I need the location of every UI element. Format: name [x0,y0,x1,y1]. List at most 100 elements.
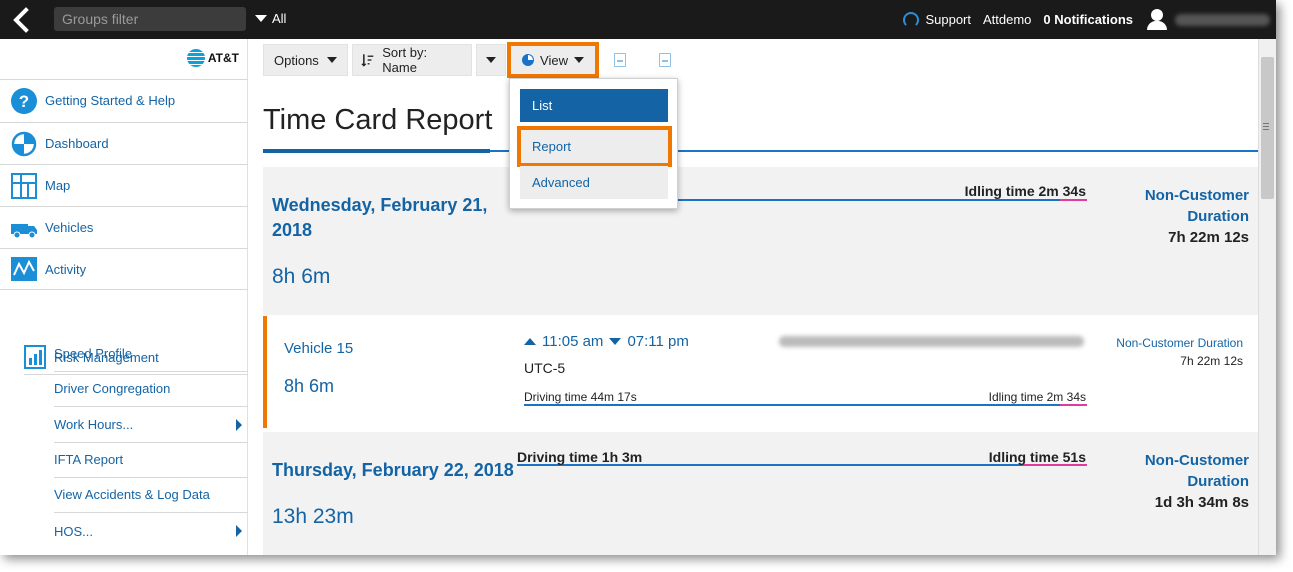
subitem-label: View Accidents & Log Data [54,487,210,502]
options-button[interactable]: Options [263,44,348,76]
subitem-label: Work Hours... [54,417,134,432]
activity-icon [11,257,37,281]
driving-time-label: Driving time 1h 3m [517,449,643,465]
groups-filter-input[interactable] [54,7,246,31]
vehicle-non-customer-duration: Non-Customer Duration 7h 22m 12s [1116,334,1243,370]
save-as-icon[interactable] [659,53,671,67]
page-title: Time Card Report [263,104,493,136]
account-name[interactable]: Attdemo [983,12,1031,27]
grip-icon [1263,123,1269,130]
groups-scope-label: All [272,11,287,26]
sidebar-subitem-driver-congregation[interactable]: Driver Congregation [54,371,248,407]
vehicle-name[interactable]: Vehicle 15 [284,340,353,357]
sidebar-subitem-speed-profile[interactable]: Speed Profile [54,336,248,372]
sidebar-item-vehicles[interactable]: Vehicles [0,206,248,248]
headset-icon [903,11,920,28]
sidebar-subitem-ifta-report[interactable]: IFTA Report [54,442,248,478]
brand-name: AT&T [207,51,239,65]
vehicle-row[interactable]: Vehicle 15 8h 6m 11:05 am 07:11 pm UTC-5… [263,316,1258,428]
idling-bar [1060,199,1087,201]
day-total-duration: 13h 23m [272,505,354,528]
sidebar-subitem-work-hours[interactable]: Work Hours... [54,407,248,443]
sidebar: AT&T ? Getting Started & Help Dashboard … [0,39,248,555]
dashboard-icon [11,131,37,156]
activity-bar [524,404,1087,406]
sidebar-subitem-view-accidents[interactable]: View Accidents & Log Data [54,477,248,513]
sidebar-item-label: Activity [45,261,87,277]
non-customer-duration: Non-Customer Duration 1d 3h 34m 8s [1134,450,1249,513]
sidebar-item-dashboard[interactable]: Dashboard [0,122,248,164]
nc-title: Non-Customer Duration [1116,336,1243,350]
pie-chart-icon [522,54,535,66]
driving-time-label: Driving time 44m 17s [524,390,637,404]
idling-bar [1060,404,1087,406]
user-icon[interactable] [1145,7,1169,33]
sidebar-item-label: Vehicles [45,220,94,235]
help-icon: ? [11,87,37,114]
address-redacted [779,336,1084,347]
sidebar-item-map[interactable]: Map [0,164,248,206]
view-menu-item-list[interactable]: List [520,89,668,122]
chevron-down-icon [255,15,267,22]
chevron-right-icon [236,525,242,537]
subitem-label: Driver Congregation [54,381,171,396]
support-link[interactable]: Support [903,11,971,28]
chevron-down-icon [486,57,496,63]
app-window: All Support Attdemo 0 Notifications AT&T… [0,0,1276,555]
nc-value: 7h 22m 12s [1168,229,1249,246]
save-icon[interactable] [614,53,626,67]
idling-time-label: Idling time 2m 34s [988,390,1086,404]
day-summary: Thursday, February 22, 2018 13h 23m Driv… [263,432,1258,555]
end-time: 07:11 pm [627,333,689,350]
timezone: UTC-5 [524,360,566,376]
report-toolbar: Options Sort by: Name [263,44,506,76]
top-bar: All Support Attdemo 0 Notifications [0,0,1276,39]
start-time: 11:05 am [542,333,604,350]
view-menu-item-advanced[interactable]: Advanced [520,166,668,199]
day-date: Wednesday, February 21, 2018 [272,195,488,240]
view-button[interactable]: View [507,42,599,78]
user-email-redacted[interactable] [1175,13,1270,26]
view-menu-item-report[interactable]: Report [517,126,672,167]
brand-logo: AT&T [186,49,239,67]
day-summary: Wednesday, February 21, 2018 8h 6m Idlin… [263,167,1258,315]
subitem-label: Speed Profile [54,346,133,361]
title-divider-accent [263,149,490,153]
map-icon [11,172,37,199]
start-arrow-icon [524,338,536,345]
vehicle-icon [11,223,37,238]
non-customer-duration: Non-Customer Duration 7h 22m 12s [1134,185,1249,248]
sort-button[interactable]: Sort by: Name [352,44,472,76]
sidebar-item-getting-started[interactable]: ? Getting Started & Help [0,79,248,121]
nc-value: 7h 22m 12s [1180,354,1243,368]
vehicle-duration: 8h 6m [284,376,335,396]
idling-time-label: Idling time 51s [988,449,1086,465]
chevron-down-icon [573,57,584,63]
chevron-right-icon [236,418,242,431]
sidebar-item-label: Getting Started & Help [45,93,176,108]
notifications-link[interactable]: 0 Notifications [1043,12,1133,27]
view-label: View [540,52,568,68]
support-label: Support [925,12,971,27]
sidebar-item-activity[interactable]: Activity [0,248,248,290]
groups-scope-dropdown[interactable]: All [255,11,286,26]
att-globe-icon [186,49,205,67]
vertical-scrollbar[interactable] [1258,39,1276,555]
idling-time-label: Idling time 2m 34s [964,183,1086,199]
end-arrow-icon [609,338,622,345]
sidebar-item-label: Dashboard [45,136,109,151]
report-chart-icon [24,345,46,369]
top-right-controls: Support Attdemo 0 Notifications [903,0,1276,39]
svg-text:?: ? [19,92,29,111]
subitem-label: HOS... [54,523,94,539]
view-menu: List Report Advanced [509,78,678,209]
back-arrow-icon[interactable] [10,7,34,33]
sidebar-subitem-hos[interactable]: HOS... [54,513,248,549]
day-total-duration: 8h 6m [272,265,331,288]
nc-title: Non-Customer Duration [1144,187,1249,225]
subitem-label: IFTA Report [54,452,124,467]
sort-direction-button[interactable] [476,44,506,76]
nc-title: Non-Customer Duration [1144,452,1249,490]
trip-times: 11:05 am 07:11 pm [524,333,689,350]
day-date: Thursday, February 22, 2018 [272,460,514,480]
